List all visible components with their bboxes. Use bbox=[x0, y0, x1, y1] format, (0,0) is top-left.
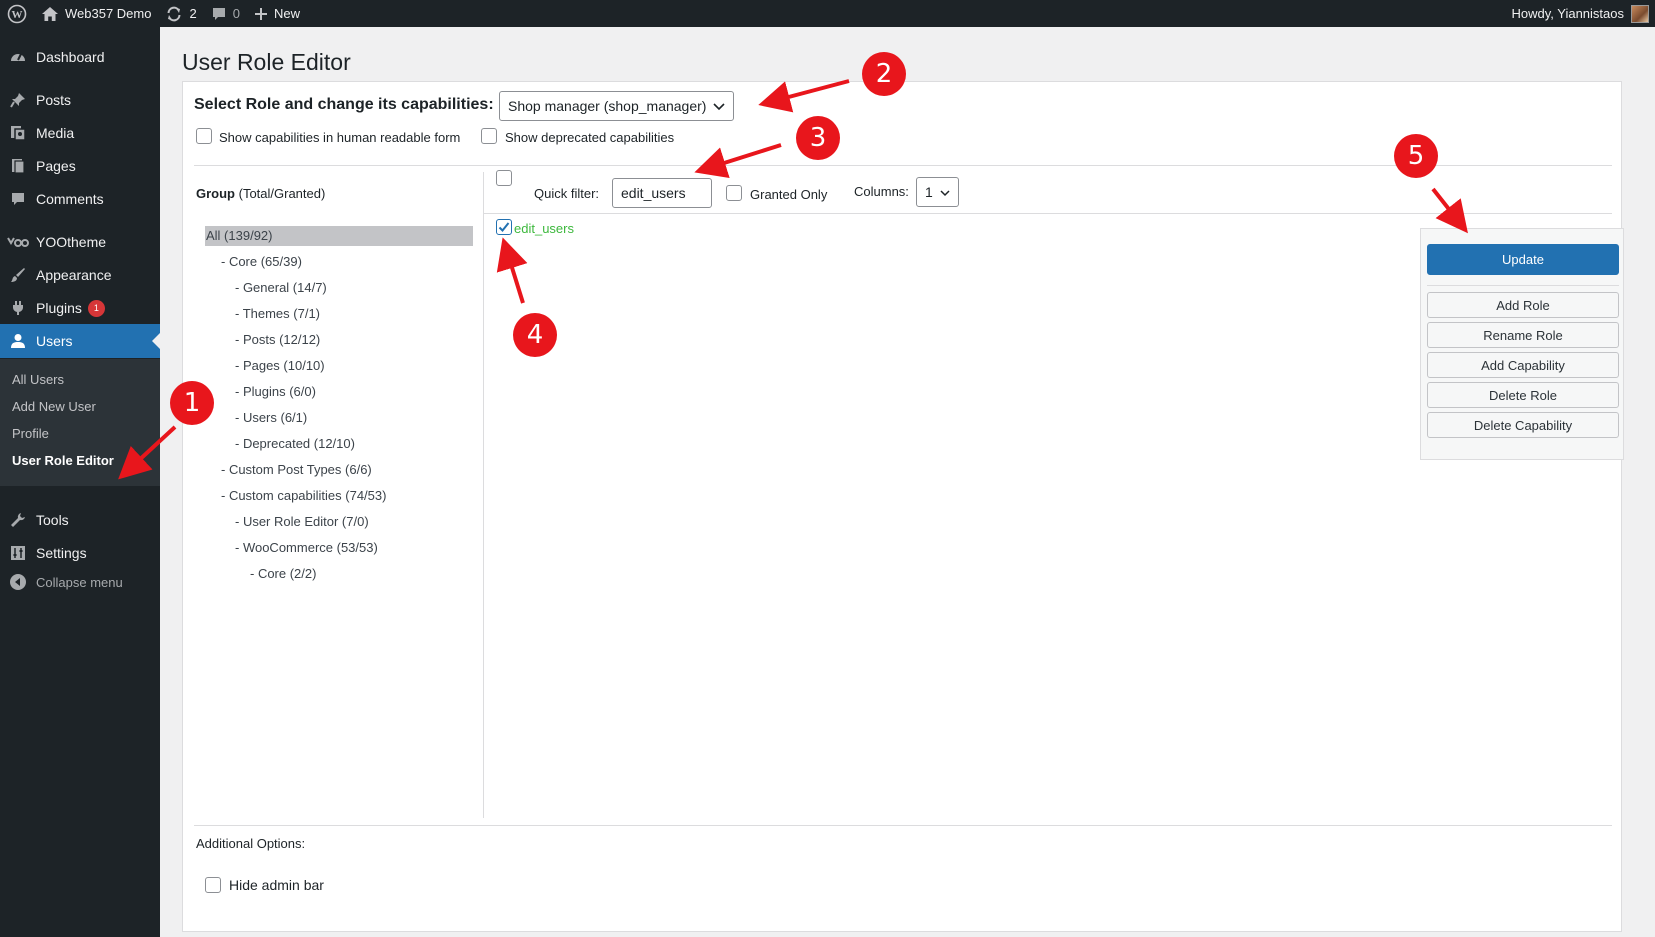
annotation-marker-5: 5 bbox=[1394, 134, 1438, 178]
arrow-3 bbox=[694, 143, 782, 179]
arrow-1 bbox=[118, 425, 177, 480]
arrow-2 bbox=[758, 79, 850, 113]
arrow-5 bbox=[1431, 187, 1468, 234]
annotation-marker-4: 4 bbox=[513, 313, 557, 357]
arrow-4 bbox=[496, 237, 528, 304]
annotation-marker-1: 1 bbox=[170, 381, 214, 425]
annotation-marker-2: 2 bbox=[862, 52, 906, 96]
annotation-marker-3: 3 bbox=[796, 116, 840, 160]
